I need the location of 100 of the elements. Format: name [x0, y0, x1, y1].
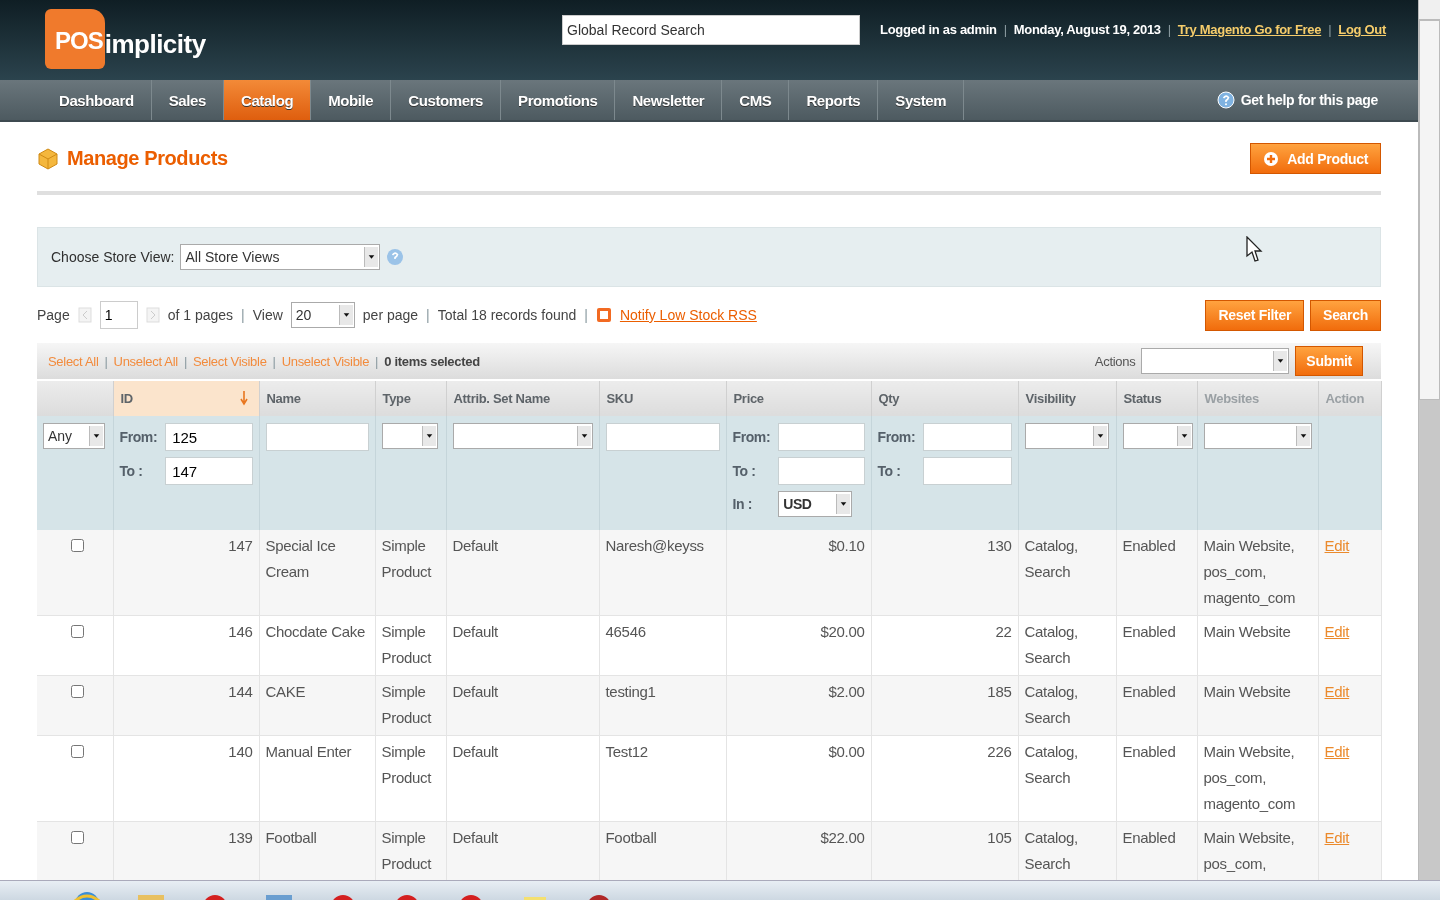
from-input[interactable]: 125 [165, 423, 253, 451]
separator: | [241, 307, 245, 323]
submit-button[interactable]: Submit [1295, 346, 1363, 376]
nav-tab[interactable]: Reports [789, 80, 879, 120]
row-checkbox[interactable] [71, 625, 84, 638]
page-count: of 1 pages [167, 307, 234, 323]
logo-badge: POS [45, 9, 105, 69]
separator: | [426, 307, 430, 323]
select-field[interactable] [452, 423, 593, 449]
header-link[interactable]: Log Out [1338, 22, 1386, 37]
filter-button[interactable]: Reset Filter [1205, 299, 1305, 331]
nav-tab[interactable]: Catalog [223, 80, 312, 120]
select-field[interactable] [1122, 423, 1193, 449]
header-link[interactable]: Try Magento Go for Free [1177, 22, 1322, 37]
column-header[interactable]: ID [113, 381, 259, 416]
store-view-label: Choose Store View: [51, 249, 175, 265]
edit-link[interactable]: Edit [1324, 537, 1350, 554]
select-field[interactable] [381, 423, 438, 449]
table-cell: Catalog, Search [1024, 743, 1078, 786]
table-cell: Main Website, pos_com, [1203, 829, 1295, 872]
dropdown-caret-icon [421, 426, 436, 446]
filter-button[interactable]: Search [1310, 299, 1381, 331]
global-search-field[interactable]: Global Record Search [562, 15, 861, 45]
to-input[interactable] [923, 457, 1012, 485]
column-header[interactable]: Qty [871, 381, 1018, 416]
from-input[interactable] [778, 423, 865, 451]
nav-tab[interactable]: Newsletter [615, 80, 723, 120]
table-cell: 140 [228, 743, 253, 760]
select-field[interactable]: All Store Views [180, 244, 381, 270]
table-cell: $20.00 [820, 623, 865, 640]
nav-tab[interactable]: Sales [151, 80, 224, 120]
table-cell: Enabled [1122, 683, 1176, 700]
filter-input[interactable] [605, 423, 720, 451]
edit-link[interactable]: Edit [1324, 829, 1350, 846]
scrollbar[interactable] [1418, 0, 1440, 880]
row-checkbox[interactable] [71, 685, 84, 698]
column-header[interactable]: Status [1116, 381, 1197, 416]
plus-icon [1263, 150, 1280, 167]
select-field[interactable]: 20 [290, 302, 355, 328]
rss-icon [595, 307, 612, 323]
edit-link[interactable]: Edit [1324, 623, 1350, 640]
from-label: From: [877, 429, 916, 445]
sort-arrow-icon [238, 390, 249, 406]
rss-link[interactable]: Notify Low Stock RSS [619, 307, 757, 323]
to-label: To : [732, 463, 757, 479]
dropdown-caret-icon [1176, 426, 1191, 446]
nav-tab[interactable]: Promotions [501, 80, 616, 120]
table-cell: 130 [987, 537, 1012, 554]
select-field[interactable]: Any [43, 423, 105, 449]
to-label: To : [119, 463, 144, 479]
table-cell: Manual Enter [265, 743, 352, 760]
separator: | [1167, 22, 1171, 37]
table-cell: Catalog, Search [1024, 829, 1078, 872]
table-cell: Chocdate Cake [265, 623, 365, 640]
help-icon [386, 248, 405, 266]
previous-page-icon[interactable] [77, 307, 92, 323]
to-input[interactable] [778, 457, 865, 485]
column-header[interactable]: Attrib. Set Name [446, 381, 599, 416]
table-cell: $2.00 [828, 683, 865, 700]
add-product-button[interactable]: Add Product [1250, 143, 1381, 174]
to-input[interactable]: 147 [165, 457, 253, 485]
nav-tab[interactable]: Mobile [311, 80, 392, 120]
select-field[interactable] [1203, 423, 1312, 449]
edit-link[interactable]: Edit [1324, 683, 1350, 700]
dropdown-caret-icon [1273, 351, 1288, 371]
row-checkbox[interactable] [71, 539, 84, 552]
nav-tab[interactable]: Dashboard [42, 80, 152, 120]
next-page-icon[interactable] [145, 307, 160, 323]
column-header[interactable]: Visibility [1018, 381, 1116, 416]
select-field[interactable] [1141, 348, 1290, 374]
row-checkbox[interactable] [71, 745, 84, 758]
nav-tab[interactable]: Customers [391, 80, 502, 120]
from-input[interactable] [923, 423, 1012, 451]
separator: | [1003, 22, 1007, 37]
dropdown-caret-icon [338, 305, 353, 325]
dropdown-caret-icon [1092, 426, 1107, 446]
column-header[interactable]: SKU [599, 381, 726, 416]
select-field[interactable] [1024, 423, 1109, 449]
filter-input[interactable] [265, 423, 369, 451]
column-header[interactable]: Name [259, 381, 375, 416]
help-link[interactable]: Get help for this page [1216, 80, 1378, 120]
edit-link[interactable]: Edit [1324, 743, 1350, 760]
separator: | [104, 353, 108, 369]
dropdown-caret-icon [836, 494, 851, 514]
table-cell: Simple Product [381, 537, 432, 580]
nav-tab[interactable]: CMS [722, 80, 790, 120]
column-header[interactable]: Price [726, 381, 871, 416]
row-checkbox[interactable] [71, 831, 84, 844]
dropdown-caret-icon [576, 426, 591, 446]
from-label: From: [119, 429, 158, 445]
table-cell: Default [452, 623, 498, 640]
table-cell: Enabled [1122, 537, 1176, 554]
page-input[interactable]: 1 [99, 301, 138, 329]
column-header[interactable]: Type [375, 381, 446, 416]
table-cell: testing1 [605, 683, 656, 700]
select-field[interactable]: USD [778, 491, 853, 517]
table-cell: Catalog, Search [1024, 537, 1078, 580]
table-cell: Enabled [1122, 829, 1176, 846]
table-cell: Enabled [1122, 743, 1176, 760]
nav-tab[interactable]: System [878, 80, 965, 120]
